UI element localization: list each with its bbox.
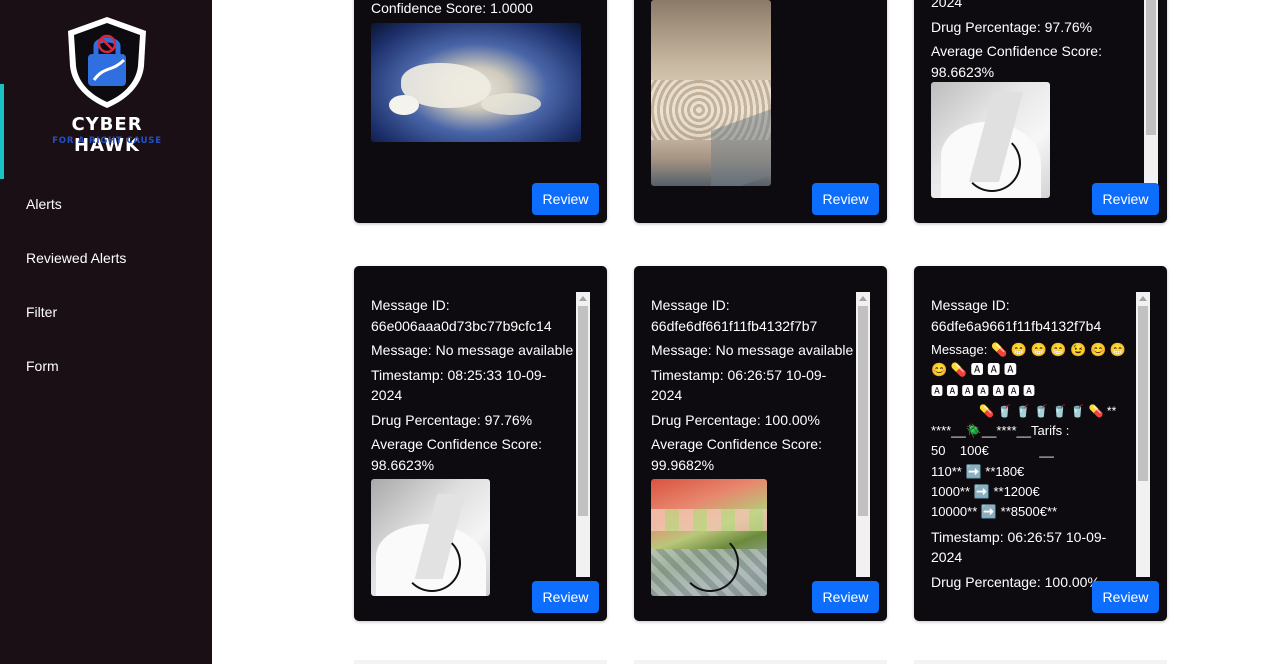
alert-card-next-row	[914, 660, 1167, 664]
review-button[interactable]: Review	[812, 183, 879, 215]
timestamp: Timestamp: 08:25:33 10-09-2024	[371, 366, 547, 404]
timestamp: Timestamp: 06:26:57 10-09-2024	[651, 366, 827, 404]
nav-alerts[interactable]: Alerts	[26, 196, 62, 212]
evidence-image	[371, 23, 581, 142]
average-confidence: Average Confidence Score: 99.9682%	[651, 436, 822, 473]
loading-spinner	[681, 534, 739, 592]
timestamp: Timestamp: 06:26:57 10-09-2024	[931, 528, 1107, 566]
nav-reviewed-alerts[interactable]: Reviewed Alerts	[26, 250, 126, 266]
evidence-image	[931, 82, 1050, 198]
nav-form[interactable]: Form	[26, 358, 59, 374]
message-id-label: Message ID:	[651, 297, 730, 313]
brand-logo: CYBER HAWK FOR A RIGHT CAUSE	[36, 14, 178, 156]
confidence-score: Confidence Score: 1.0000	[371, 0, 533, 16]
evidence-image	[651, 0, 771, 186]
message-text: Message: 💊 😁 😁 😁 😉 😊 😁 😊 💊 🅰 🅰 🅰 🅰 🅰 🅰 🅰…	[931, 342, 1126, 520]
message-text: Message: No message available	[651, 342, 854, 358]
message-id: 66dfe6df661f11fb4132f7b7	[651, 317, 818, 334]
loading-spinner	[963, 134, 1021, 192]
average-confidence: Average Confidence Score: 98.6623%	[931, 43, 1102, 80]
alert-card: Confidence Score: 1.0000 Review	[354, 0, 607, 223]
message-id-label: Message ID:	[931, 297, 1010, 313]
message-id-label: Message ID:	[371, 297, 450, 313]
drug-percentage: Drug Percentage: 97.76%	[371, 411, 533, 428]
message-text: Message: No message available	[371, 342, 574, 358]
sidebar: CYBER HAWK FOR A RIGHT CAUSE Alerts Revi…	[0, 0, 212, 664]
brand-tagline: FOR A RIGHT CAUSE	[52, 136, 162, 146]
review-button[interactable]: Review	[532, 581, 599, 613]
card-scrollbar[interactable]	[1136, 292, 1150, 577]
active-indicator	[0, 84, 4, 179]
card-scrollbar[interactable]	[856, 292, 870, 577]
shield-icon	[68, 17, 146, 108]
alert-card-next-row	[354, 660, 607, 664]
review-button[interactable]: Review	[532, 183, 599, 215]
drug-percentage: Drug Percentage: 100.00%	[651, 411, 820, 428]
evidence-image	[651, 479, 767, 596]
alert-card: Message ID: 66e006aaa0d73bc77b9cfc14 Mes…	[354, 266, 607, 621]
loading-spinner	[403, 534, 461, 592]
alert-card: Review	[634, 0, 887, 223]
review-button[interactable]: Review	[812, 581, 879, 613]
average-confidence: Average Confidence Score: 98.6623%	[371, 436, 542, 473]
brand-name: CYBER HAWK	[71, 114, 143, 156]
alert-card-next-row	[634, 660, 887, 664]
drug-percentage: Drug Percentage: 97.76%	[931, 18, 1093, 35]
review-button[interactable]: Review	[1092, 581, 1159, 613]
alert-card: Message ID: 66dfe6a9661f11fb4132f7b4 Mes…	[914, 266, 1167, 621]
alert-card: Message ID: 66dfe6df661f11fb4132f7b7 Mes…	[634, 266, 887, 621]
message-id: 66dfe6a9661f11fb4132f7b4	[931, 317, 1102, 334]
card-scrollbar[interactable]	[576, 292, 590, 577]
nav-filter[interactable]: Filter	[26, 304, 57, 320]
review-button[interactable]: Review	[1092, 183, 1159, 215]
timestamp-fragment: 2024	[931, 0, 963, 10]
evidence-image	[371, 479, 490, 596]
message-id: 66e006aaa0d73bc77b9cfc14	[371, 317, 552, 334]
card-scrollbar[interactable]	[1144, 0, 1158, 184]
alert-card: 2024 Drug Percentage: 97.76% Average Con…	[914, 0, 1167, 223]
